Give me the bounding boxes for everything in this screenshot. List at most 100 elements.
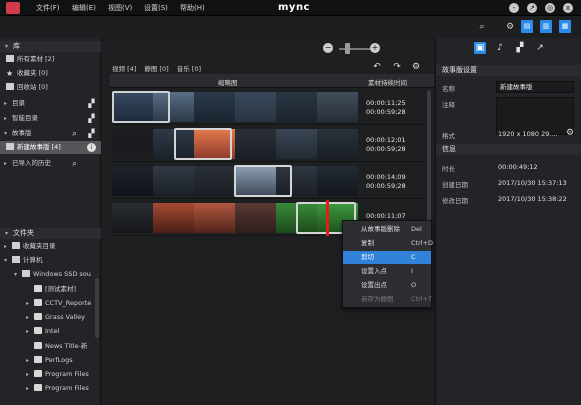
menu-help[interactable]: 帮助(H): [180, 3, 216, 13]
info-icon[interactable]: i: [87, 143, 96, 152]
close-icon[interactable]: x: [563, 3, 573, 13]
library-item-all[interactable]: 所有素材 [2]: [0, 53, 101, 66]
library-item-smart-catalog[interactable]: ▸ 智能目录 ▞: [0, 112, 101, 125]
folder-item[interactable]: [测试素材]: [0, 283, 101, 296]
library-header[interactable]: ▾ 库: [0, 41, 101, 52]
storyboard-icon: [6, 143, 14, 150]
search-icon[interactable]: ⌕: [476, 21, 488, 33]
menu-view[interactable]: 视图(V): [108, 3, 144, 13]
folder-item-label: [测试素材]: [45, 285, 77, 293]
clip-out-time: 00:00:59;28: [366, 145, 406, 153]
layout-top-icon[interactable]: ▥: [540, 20, 552, 33]
redo-icon[interactable]: ↷: [392, 62, 402, 72]
media-tab-icon[interactable]: ▞: [514, 42, 526, 54]
clip-selection: [112, 91, 170, 123]
menu-copy[interactable]: 复制 Ctrl+D: [343, 237, 434, 250]
folder-scrollbar[interactable]: [95, 278, 99, 338]
menu-item-label: 从故事版删除: [361, 225, 400, 233]
menu-cut[interactable]: 剪切 C: [343, 251, 431, 264]
gear-icon[interactable]: ⚙: [566, 128, 574, 138]
add-smart-catalog-icon[interactable]: ▞: [87, 114, 96, 123]
clip-row[interactable]: 00:00:12;01 00:00:59;28: [110, 126, 434, 162]
name-field[interactable]: 新建故事版: [496, 81, 574, 93]
menu-item-label: 剪切: [361, 253, 374, 261]
modified-label: 修改日期: [442, 197, 468, 205]
settings-circle-icon[interactable]: ◎: [545, 3, 555, 13]
zoom-in-icon[interactable]: +: [370, 43, 380, 53]
storyboard-item-label: 新建故事版 [4]: [17, 143, 61, 151]
name-label: 名称: [442, 85, 455, 93]
add-catalog-icon[interactable]: ▞: [87, 99, 96, 108]
library-item-trash[interactable]: 回收站 [0]: [0, 81, 101, 94]
search-icon[interactable]: ⌕: [70, 159, 79, 168]
zoom-out-icon[interactable]: −: [323, 43, 333, 53]
clip-table-header: 缩略图 素材持续时间: [110, 74, 434, 88]
storyboard-item-new[interactable]: 新建故事版 [4] i: [0, 141, 101, 154]
filter-bar: 视频 [4] 静图 [0] 音乐 [0] ↶ ↷ ⚙: [102, 60, 434, 74]
folder-item-drive[interactable]: ▾ Windows SSD sou: [0, 268, 101, 281]
folder-item-favorites[interactable]: ▸ 收藏夹目录: [0, 240, 101, 253]
menu-item-label: 设置入点: [361, 267, 387, 275]
main-toolbar: ⌕ ⚙ ▤ ▥ ▦: [0, 16, 581, 38]
menu-item-shortcut: Ctrl+T: [411, 295, 432, 303]
export-tab-icon[interactable]: ↗: [534, 42, 546, 54]
menu-settings[interactable]: 设置(S): [144, 3, 180, 13]
zoom-bar: − +: [102, 38, 434, 60]
folder-icon: [34, 327, 42, 334]
filter-music[interactable]: 音乐 [0]: [177, 65, 201, 73]
library-item-storyboard[interactable]: ▾ 故事版 ⌕ ▞: [0, 127, 101, 140]
menu-edit[interactable]: 编辑(E): [72, 3, 108, 13]
zoom-slider-handle[interactable]: [345, 43, 350, 54]
gear-icon[interactable]: ⚙: [504, 21, 516, 33]
undo-icon[interactable]: ↶: [372, 62, 382, 72]
music-tab-icon[interactable]: ♪: [494, 42, 506, 54]
clip-out-time: 00:00:59;28: [366, 182, 406, 190]
layout-right-icon[interactable]: ▦: [559, 20, 571, 33]
menu-item-shortcut: Ctrl+D: [411, 239, 434, 247]
folder-item[interactable]: ▸ CCTV_Reporte: [0, 297, 101, 310]
search-icon[interactable]: ⌕: [70, 129, 79, 138]
folder-item[interactable]: ▸ Intel: [0, 325, 101, 338]
folder-item-label: Intel: [45, 327, 60, 335]
format-value: 1920 x 1080 29....: [498, 130, 558, 138]
menu-remove-from-storyboard[interactable]: 从故事版删除 Del: [343, 223, 431, 236]
clip-row[interactable]: 00:00:11;25 00:00:59;28: [110, 89, 434, 125]
filter-video[interactable]: 视频 [4]: [112, 65, 136, 73]
library-item-import-history[interactable]: ▸ 已导入的历史 ⌕: [0, 157, 101, 170]
menu-set-out-point[interactable]: 设置出点 O: [343, 279, 431, 292]
folder-item-label: Windows SSD sou: [33, 270, 91, 278]
folder-item[interactable]: ▸ PerfLogs: [0, 354, 101, 367]
menu-file[interactable]: 文件(F): [36, 3, 72, 13]
menu-set-in-point[interactable]: 设置入点 I: [343, 265, 431, 278]
library-item-catalog[interactable]: ▸ 目录 ▞: [0, 97, 101, 110]
folder-item[interactable]: ▸ Program Files: [0, 368, 101, 381]
folder-icon: [34, 384, 42, 391]
playhead[interactable]: [326, 200, 329, 236]
folder-item-label: Program Files: [45, 384, 89, 392]
modified-row: 修改日期 2017/10/30 15:38:22: [436, 191, 581, 207]
app-logo: [6, 2, 20, 14]
clip-out-time: 00:00:59;28: [366, 108, 406, 116]
storyboard-tab-icon[interactable]: ▣: [474, 42, 486, 54]
gear-icon[interactable]: ⚙: [411, 62, 421, 72]
folder-item[interactable]: News Title-新: [0, 340, 101, 353]
filter-still[interactable]: 静图 [0]: [144, 65, 168, 73]
folder-item-computer[interactable]: ▾ 计算机: [0, 254, 101, 267]
minimize-icon[interactable]: -: [509, 3, 519, 13]
clip-selection: [234, 165, 292, 197]
add-storyboard-icon[interactable]: ▞: [87, 129, 96, 138]
library-item-favorites[interactable]: ★ 收藏夹 [0]: [0, 67, 101, 80]
zoom-track[interactable]: [339, 48, 371, 50]
folder-header[interactable]: ▾ 文件夹: [0, 228, 101, 239]
created-value: 2017/10/30 15:37:13: [498, 179, 567, 187]
restore-icon[interactable]: ↗: [527, 3, 537, 13]
folder-icon: [34, 342, 42, 349]
clip-row[interactable]: 00:00:14;09 00:00:59;28: [110, 163, 434, 199]
layout-left-icon[interactable]: ▤: [521, 20, 533, 33]
menu-bar: 文件(F) 编辑(E) 视图(V) 设置(S) 帮助(H): [36, 3, 216, 13]
library-item-label: 收藏夹 [0]: [17, 69, 48, 77]
folder-item[interactable]: ▸ Grass Valley: [0, 311, 101, 324]
folder-item[interactable]: ▸ Program Files: [0, 382, 101, 395]
folder-item-label: News Title-新: [45, 342, 88, 350]
trash-icon: [6, 83, 14, 90]
